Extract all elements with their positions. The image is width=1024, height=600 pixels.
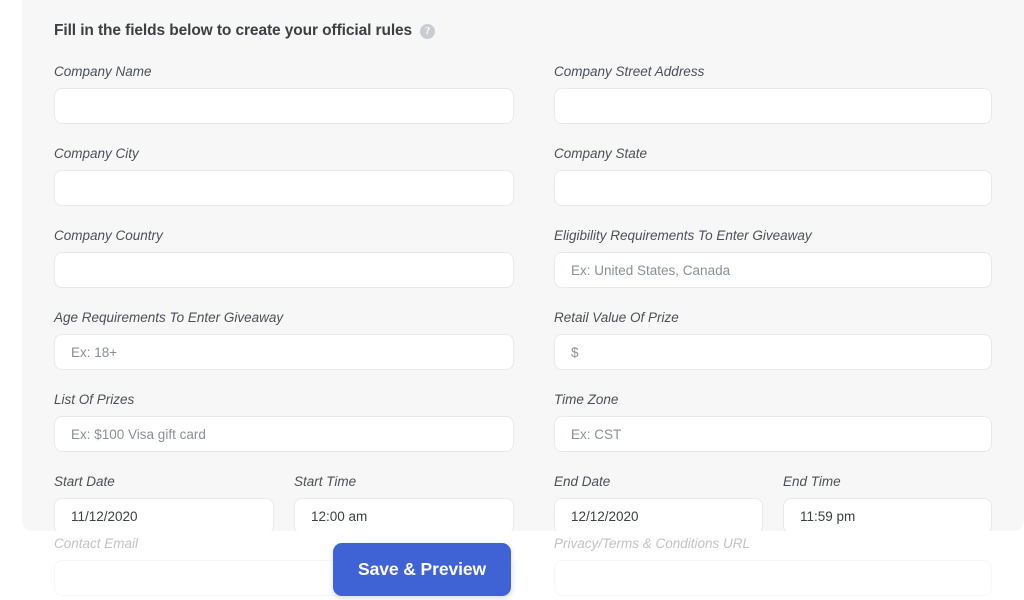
- end-date-input[interactable]: [554, 498, 763, 531]
- start-date-input[interactable]: [54, 498, 274, 531]
- label-company-country: Company Country: [54, 228, 163, 243]
- end-time-input[interactable]: [783, 498, 992, 531]
- field-company-state: Company State: [554, 146, 992, 206]
- page-background: Fill in the fields below to create your …: [0, 0, 1024, 600]
- label-eligibility-requirements: Eligibility Requirements To Enter Giveaw…: [554, 228, 812, 243]
- retail-value-input[interactable]: [554, 334, 992, 370]
- faded-form-continuation: Contact Email Privacy/Terms & Conditions…: [22, 531, 1024, 600]
- field-start-datetime: Start Date Start Time: [54, 474, 514, 531]
- label-company-street-address: Company Street Address: [554, 64, 705, 79]
- eligibility-requirements-input[interactable]: [554, 252, 992, 288]
- company-city-input[interactable]: [54, 170, 514, 206]
- field-end-date: End Date: [554, 474, 763, 531]
- company-country-input[interactable]: [54, 252, 514, 288]
- page-title: Fill in the fields below to create your …: [54, 22, 413, 39]
- help-circle-icon[interactable]: ?: [420, 23, 436, 39]
- label-company-city: Company City: [54, 146, 139, 161]
- company-name-input[interactable]: [54, 88, 514, 124]
- field-company-name: Company Name: [54, 64, 514, 124]
- label-company-name: Company Name: [54, 64, 152, 79]
- label-company-state: Company State: [554, 146, 648, 161]
- company-state-input[interactable]: [554, 170, 992, 206]
- start-time-input[interactable]: [294, 498, 514, 531]
- privacy-terms-url-input[interactable]: [554, 560, 992, 596]
- label-end-time: End Time: [783, 474, 841, 489]
- time-zone-input[interactable]: [554, 416, 992, 452]
- label-time-zone: Time Zone: [554, 392, 619, 407]
- field-end-datetime: End Date End Time: [554, 474, 992, 531]
- label-end-date: End Date: [554, 474, 611, 489]
- field-time-zone: Time Zone: [554, 392, 992, 452]
- official-rules-card: Fill in the fields below to create your …: [22, 0, 1024, 531]
- card-heading-row: Fill in the fields below to create your …: [54, 20, 992, 42]
- label-start-date: Start Date: [54, 474, 115, 489]
- field-eligibility-requirements: Eligibility Requirements To Enter Giveaw…: [554, 228, 992, 288]
- label-list-of-prizes: List Of Prizes: [54, 392, 135, 407]
- field-start-date: Start Date: [54, 474, 274, 531]
- rules-form-grid: Company Name Company Street Address Comp…: [54, 64, 992, 531]
- field-privacy-terms-url: Privacy/Terms & Conditions URL: [554, 531, 992, 596]
- field-start-time: Start Time: [294, 474, 514, 531]
- list-of-prizes-input[interactable]: [54, 416, 514, 452]
- label-privacy-terms-url: Privacy/Terms & Conditions URL: [554, 536, 751, 551]
- field-company-street-address: Company Street Address: [554, 64, 992, 124]
- label-age-requirements: Age Requirements To Enter Giveaway: [54, 310, 284, 325]
- field-list-of-prizes: List Of Prizes: [54, 392, 514, 452]
- label-start-time: Start Time: [294, 474, 357, 489]
- field-retail-value: Retail Value Of Prize: [554, 310, 992, 370]
- save-and-preview-button[interactable]: Save & Preview: [333, 543, 511, 596]
- company-street-address-input[interactable]: [554, 88, 992, 124]
- age-requirements-input[interactable]: [54, 334, 514, 370]
- label-retail-value: Retail Value Of Prize: [554, 310, 679, 325]
- field-company-city: Company City: [54, 146, 514, 206]
- field-age-requirements: Age Requirements To Enter Giveaway: [54, 310, 514, 370]
- field-end-time: End Time: [783, 474, 992, 531]
- field-company-country: Company Country: [54, 228, 514, 288]
